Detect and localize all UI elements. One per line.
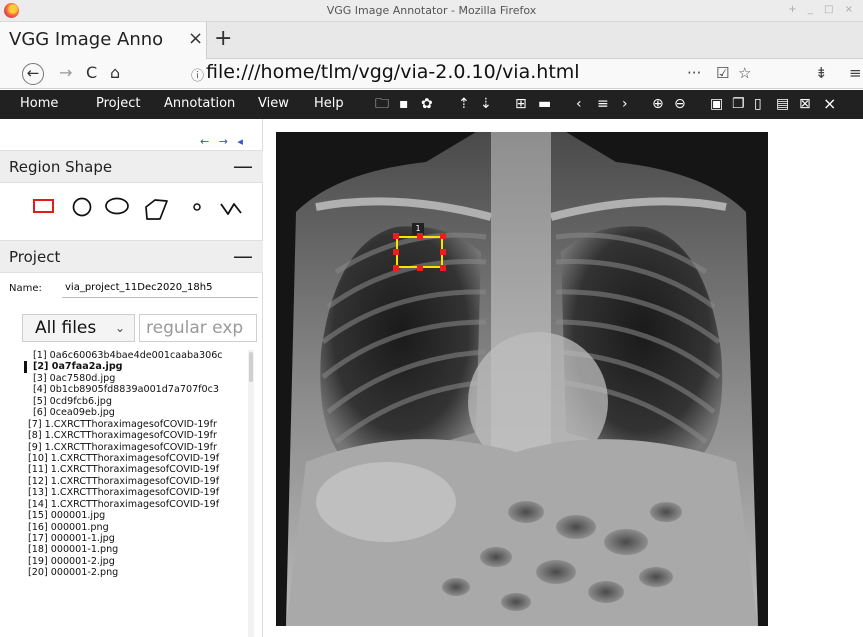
delete-icon[interactable]: ⊠ bbox=[799, 95, 811, 113]
zoom-out-icon[interactable]: ⊖ bbox=[674, 95, 686, 113]
tab-bar: VGG Image Anno × + bbox=[0, 22, 863, 59]
prev-icon[interactable]: ‹ bbox=[576, 95, 582, 113]
file-list-item[interactable]: [10] 1.CXRCTThoraximagesofCOVID-19f bbox=[24, 453, 252, 464]
home-icon[interactable]: ⌂ bbox=[110, 63, 120, 83]
file-list-item[interactable]: [8] 1.CXRCTThoraximagesofCOVID-19fr bbox=[24, 430, 252, 441]
file-list-item[interactable]: [5] 0cd9fcb6.jpg bbox=[24, 396, 252, 407]
gear-icon[interactable]: ✿ bbox=[421, 95, 433, 113]
file-list-item[interactable]: [17] 000001-1.jpg bbox=[24, 533, 252, 544]
file-list-scrollbar[interactable] bbox=[248, 350, 254, 637]
region-handle-right[interactable] bbox=[440, 249, 446, 255]
file-list-item[interactable]: [3] 0ac7580d.jpg bbox=[24, 373, 252, 384]
region-handle-top-right[interactable] bbox=[440, 233, 446, 239]
upload-icon[interactable]: ⇡ bbox=[458, 95, 470, 113]
window-title: VGG Image Annotator - Mozilla Firefox bbox=[326, 4, 537, 17]
close-icon[interactable]: × bbox=[823, 95, 836, 113]
region-handle-top[interactable] bbox=[417, 233, 423, 239]
region-shape-title: Region Shape bbox=[9, 158, 113, 176]
menu-help[interactable]: Help bbox=[314, 96, 344, 111]
region-handle-left[interactable] bbox=[393, 249, 399, 255]
window-titlebar: VGG Image Annotator - Mozilla Firefox + … bbox=[0, 0, 863, 22]
menu-icon[interactable]: ≡ bbox=[849, 64, 862, 82]
point-shape-icon[interactable] bbox=[190, 197, 204, 217]
file-list-item[interactable]: [7] 1.CXRCTThoraximagesofCOVID-19fr bbox=[24, 419, 252, 430]
ellipse-shape-icon[interactable] bbox=[104, 197, 132, 217]
menu-project[interactable]: Project bbox=[96, 96, 140, 111]
collapse-icon[interactable]: — bbox=[233, 244, 253, 268]
file-filter-value: All files bbox=[35, 318, 97, 338]
tab-via[interactable]: VGG Image Anno × bbox=[0, 22, 207, 59]
paste-special-icon[interactable]: ▤ bbox=[776, 95, 789, 113]
region-handle-bottom[interactable] bbox=[417, 265, 423, 271]
download-icon[interactable]: ⇣ bbox=[480, 95, 492, 113]
regex-filter-input[interactable] bbox=[139, 314, 257, 342]
polygon-shape-icon[interactable] bbox=[143, 197, 171, 223]
next-icon[interactable]: › bbox=[622, 95, 628, 113]
file-list-item[interactable]: [14] 1.CXRCTThoraximagesofCOVID-19f bbox=[24, 499, 252, 510]
region-rectangle[interactable] bbox=[396, 236, 443, 268]
pocket-icon[interactable]: ☑ bbox=[716, 64, 729, 82]
list-icon[interactable]: ≡ bbox=[597, 95, 609, 113]
region-shape-header[interactable]: Region Shape — bbox=[0, 150, 263, 183]
file-list-item[interactable]: [1] 0a6c60063b4bae4de001caaba306c bbox=[24, 350, 252, 361]
menu-annotation[interactable]: Annotation bbox=[164, 96, 235, 111]
site-info-icon[interactable]: ⓘ bbox=[191, 65, 204, 84]
file-list-item[interactable]: [2] 0a7faa2a.jpg bbox=[24, 361, 252, 373]
region-handle-bottom-right[interactable] bbox=[440, 265, 446, 271]
folder-icon[interactable]: 🗀 bbox=[375, 95, 389, 113]
rectangle-shape-icon[interactable] bbox=[32, 197, 56, 215]
panel-resize-arrows-icon[interactable]: ← → ◂ bbox=[200, 135, 246, 148]
file-list-scroll-thumb[interactable] bbox=[249, 352, 253, 382]
page-actions-icon[interactable]: ··· bbox=[687, 64, 701, 82]
bookmark-star-icon[interactable]: ☆ bbox=[738, 64, 751, 82]
zoom-in-icon[interactable]: ⊕ bbox=[652, 95, 664, 113]
file-list-item[interactable]: [18] 000001-1.png bbox=[24, 544, 252, 555]
file-list-item[interactable]: [12] 1.CXRCTThoraximagesofCOVID-19f bbox=[24, 476, 252, 487]
project-header[interactable]: Project — bbox=[0, 240, 263, 273]
paste-icon[interactable]: ▯ bbox=[754, 95, 762, 113]
comment-icon[interactable]: ▬ bbox=[538, 95, 551, 113]
region-handle-top-left[interactable] bbox=[393, 233, 399, 239]
menu-view[interactable]: View bbox=[258, 96, 289, 111]
file-list-item[interactable]: [11] 1.CXRCTThoraximagesofCOVID-19f bbox=[24, 464, 252, 475]
file-list-item[interactable]: [6] 0cea09eb.jpg bbox=[24, 407, 252, 418]
window-controls[interactable]: + _ □ × bbox=[788, 4, 857, 15]
via-menubar: Home Project Annotation View Help 🗀 ▪ ✿ … bbox=[0, 90, 863, 119]
new-tab-icon[interactable]: + bbox=[214, 26, 232, 51]
chest-xray-image bbox=[276, 132, 768, 626]
file-list-item[interactable]: [13] 1.CXRCTThoraximagesofCOVID-19f bbox=[24, 487, 252, 498]
file-filter-select[interactable]: All files ⌄ bbox=[22, 314, 135, 342]
file-list-item[interactable]: [20] 000001-2.png bbox=[24, 567, 252, 578]
file-list-item[interactable]: [9] 1.CXRCTThoraximagesofCOVID-19fr bbox=[24, 442, 252, 453]
circle-shape-icon[interactable] bbox=[70, 197, 94, 219]
url-field[interactable]: file:///home/tlm/vgg/via-2.0.10/via.html bbox=[206, 61, 580, 83]
collapse-icon[interactable]: — bbox=[233, 154, 253, 178]
select-all-icon[interactable]: ▣ bbox=[710, 95, 723, 113]
copy-icon[interactable]: ❐ bbox=[732, 95, 745, 113]
project-name-label: Name: bbox=[9, 283, 42, 294]
region-handle-bottom-left[interactable] bbox=[393, 265, 399, 271]
file-list-item[interactable]: [19] 000001-2.jpg bbox=[24, 556, 252, 567]
file-list-item[interactable]: [4] 0b1cb8905fd8839a001d7a707f0c3 bbox=[24, 384, 252, 395]
reload-icon[interactable]: C bbox=[86, 63, 97, 83]
library-icon[interactable]: ⇟ bbox=[815, 64, 828, 82]
menu-home[interactable]: Home bbox=[20, 96, 58, 111]
chevron-down-icon: ⌄ bbox=[115, 321, 126, 335]
project-title: Project bbox=[9, 248, 61, 266]
tab-title: VGG Image Anno bbox=[9, 29, 164, 50]
region-shape-toolbar bbox=[0, 184, 263, 240]
save-icon[interactable]: ▪ bbox=[399, 95, 409, 113]
file-list: [1] 0a6c60063b4bae4de001caaba306c [2] 0a7… bbox=[24, 350, 252, 637]
back-icon[interactable]: ← bbox=[22, 63, 44, 85]
grid-icon[interactable]: ⊞ bbox=[515, 95, 527, 113]
file-list-item[interactable]: [15] 000001.jpg bbox=[24, 510, 252, 521]
image-canvas[interactable]: 1 bbox=[276, 132, 768, 626]
polyline-shape-icon[interactable] bbox=[218, 197, 246, 219]
project-name-input[interactable] bbox=[62, 277, 258, 298]
tab-close-icon[interactable]: × bbox=[188, 28, 203, 49]
forward-icon[interactable]: → bbox=[59, 63, 72, 83]
file-list-item[interactable]: [16] 000001.png bbox=[24, 522, 252, 533]
navigation-bar: ← → C ⌂ ⓘ file:///home/tlm/vgg/via-2.0.1… bbox=[0, 59, 863, 89]
